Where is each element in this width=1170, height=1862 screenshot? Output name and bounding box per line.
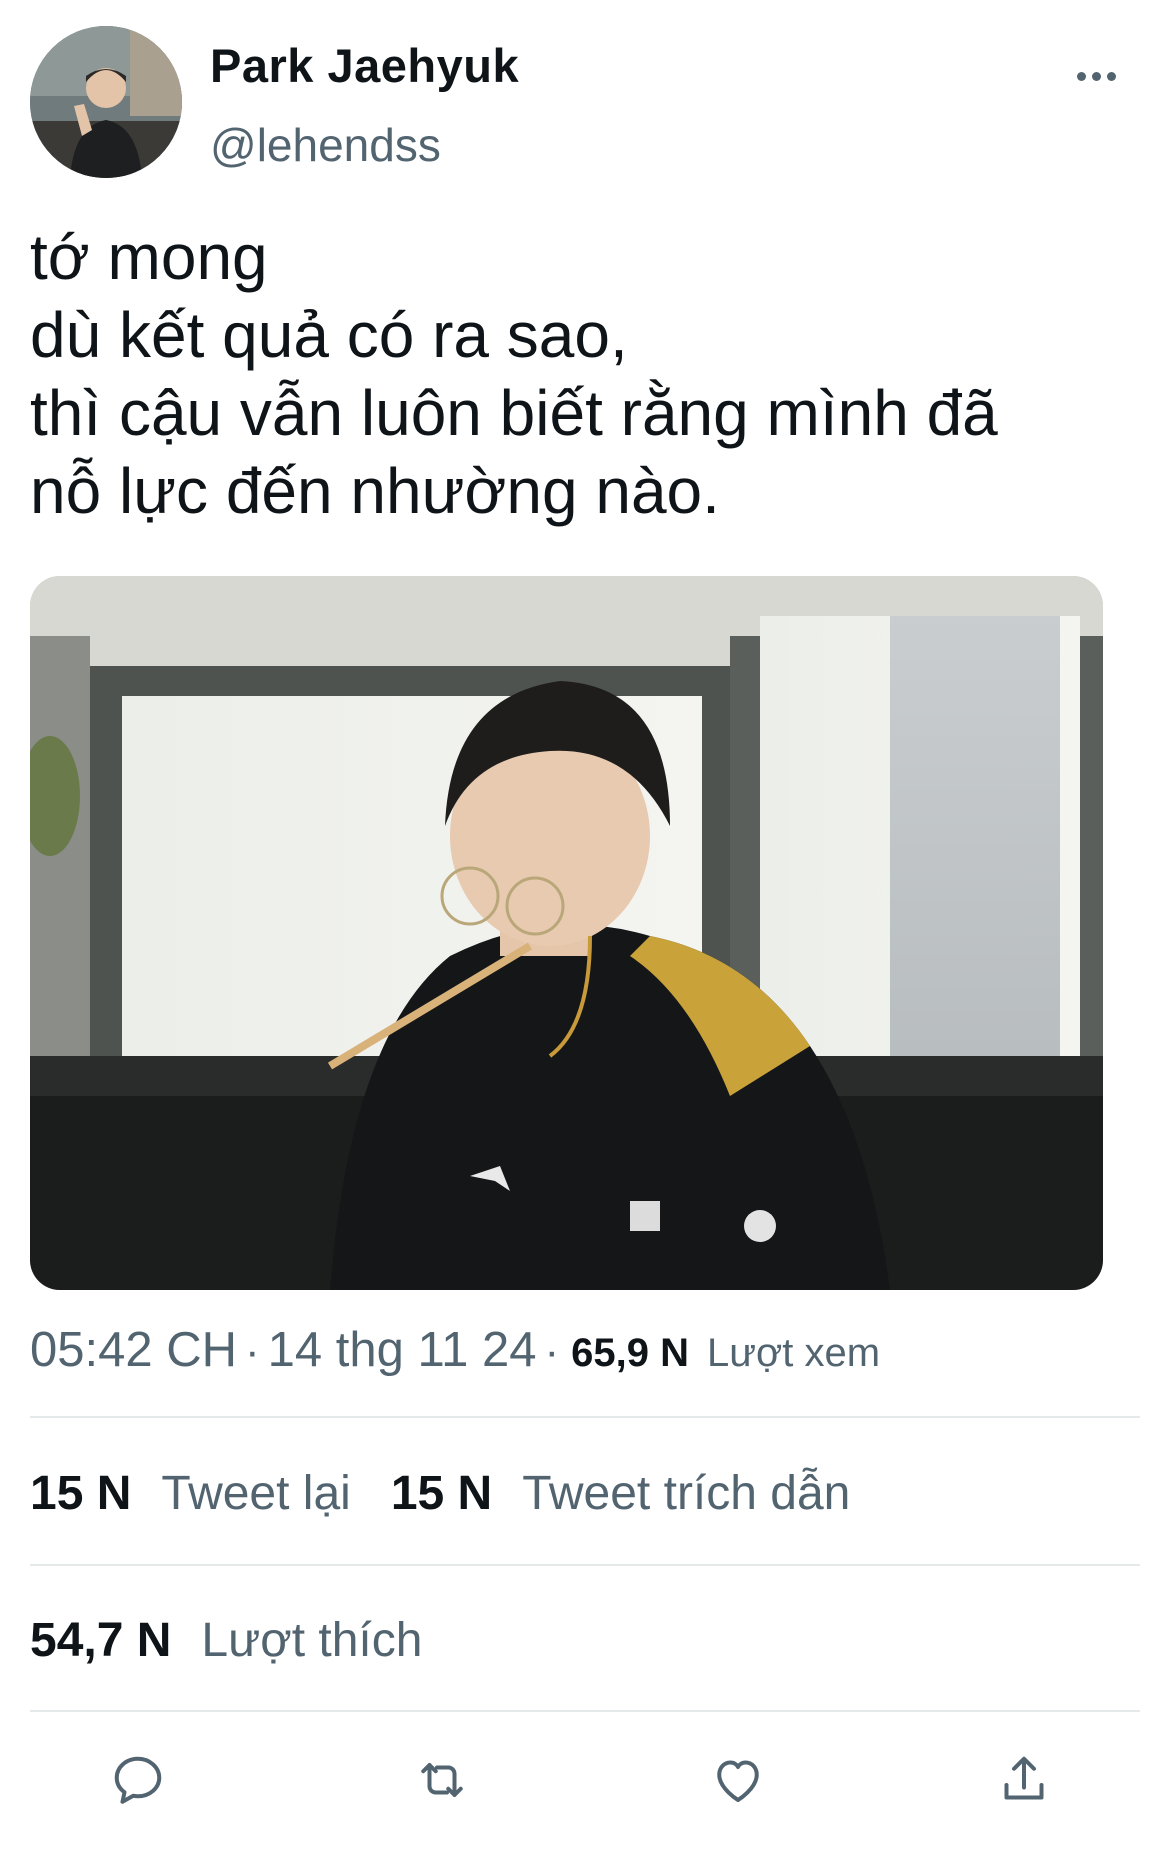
tweet-text: tớ mong dù kết quả có ra sao, thì cậu vẫ… xyxy=(30,218,1140,530)
avatar-image xyxy=(30,26,182,178)
retweets-count[interactable]: 15 N xyxy=(30,1466,131,1521)
divider xyxy=(30,1564,1140,1566)
likes-count[interactable]: 54,7 N xyxy=(30,1613,171,1668)
avatar[interactable] xyxy=(30,26,182,178)
tweet-line: dù kết quả có ra sao, xyxy=(30,299,628,371)
views-label[interactable]: Lượt xem xyxy=(707,1331,880,1376)
tweet-meta: 05:42 CH · 14 thg 11 24 · 65,9 N Lượt xe… xyxy=(30,1322,880,1382)
heart-icon xyxy=(717,1760,759,1802)
tweet-line: tớ mong xyxy=(30,221,268,293)
quotes-count[interactable]: 15 N xyxy=(391,1466,492,1521)
reply-icon xyxy=(114,1756,162,1804)
retweet-button[interactable] xyxy=(402,1740,482,1820)
divider xyxy=(30,1710,1140,1712)
tweet-date[interactable]: 14 thg 11 24 xyxy=(268,1322,537,1378)
meta-separator: · xyxy=(245,1327,260,1376)
retweet-icon xyxy=(421,1763,463,1797)
tweet-time[interactable]: 05:42 CH xyxy=(30,1322,237,1378)
action-bar xyxy=(30,1740,1140,1820)
retweet-stats-row: 15 N Tweet lại 15 N Tweet trích dẫn xyxy=(30,1466,890,1521)
quotes-label[interactable]: Tweet trích dẫn xyxy=(522,1466,850,1521)
divider xyxy=(30,1416,1140,1418)
share-button[interactable] xyxy=(984,1740,1064,1820)
likes-label[interactable]: Lượt thích xyxy=(201,1613,422,1668)
meta-separator: · xyxy=(544,1327,560,1376)
reply-button[interactable] xyxy=(98,1740,178,1820)
tweet-photo[interactable] xyxy=(30,576,1103,1290)
photo-image xyxy=(30,576,1103,1290)
likes-stats-row: 54,7 N Lượt thích xyxy=(30,1613,462,1668)
views-count[interactable]: 65,9 N xyxy=(571,1331,689,1376)
more-options-button[interactable] xyxy=(1066,56,1126,96)
share-icon xyxy=(1004,1756,1044,1800)
user-handle[interactable]: @lehendss xyxy=(210,118,441,172)
more-dots-icon xyxy=(1076,71,1086,81)
tweet-line: thì cậu vẫn luôn biết rằng mình đã xyxy=(30,377,998,449)
display-name[interactable]: Park Jaehyuk xyxy=(210,38,519,93)
retweets-label[interactable]: Tweet lại xyxy=(161,1466,350,1521)
tweet-line: nỗ lực đến nhường nào. xyxy=(30,455,720,527)
like-button[interactable] xyxy=(698,1740,778,1820)
